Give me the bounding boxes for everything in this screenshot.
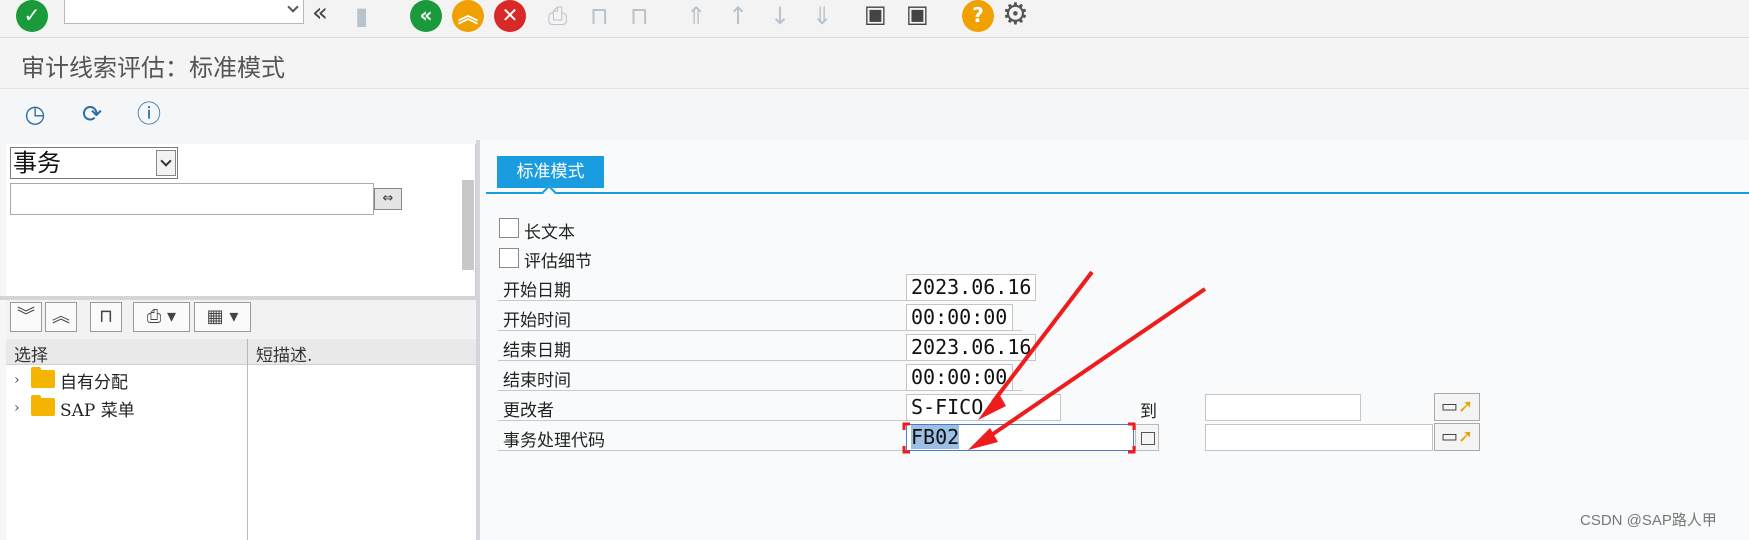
focus-bracket [902, 422, 1136, 454]
annotation-arrow-1 [978, 270, 1094, 420]
annotation-arrow-2 [968, 287, 1207, 450]
annotation-overlay [902, 270, 1207, 454]
watermark: CSDN @SAP路人甲 [1580, 512, 1717, 529]
